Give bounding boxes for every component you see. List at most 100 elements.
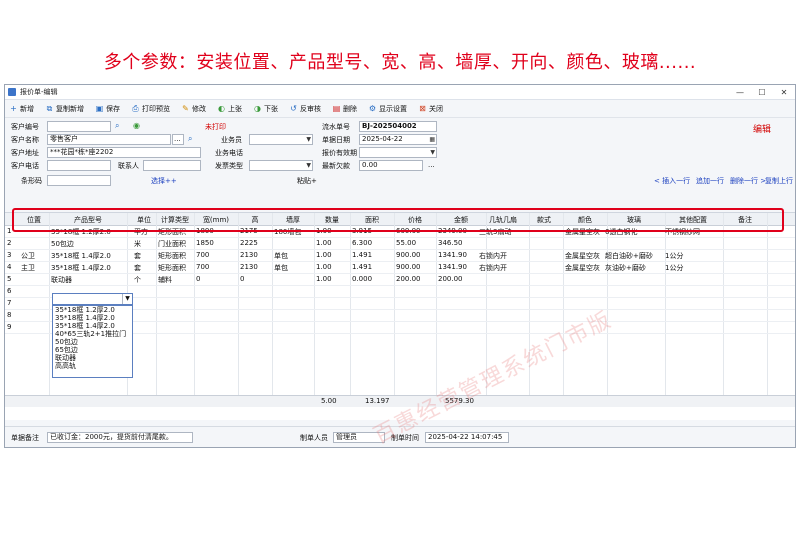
barcode-field[interactable]: [47, 175, 111, 186]
customer-phone-field[interactable]: [47, 160, 111, 171]
table-cell[interactable]: 1341.90: [438, 263, 485, 271]
table-row[interactable]: 5 联动器个辅料 0 0 1.00 0.000 200.00 200.00: [5, 274, 795, 286]
dropdown-option[interactable]: 35*18框 1.2厚2.0: [53, 306, 132, 314]
toolbar-save-button[interactable]: ▣ 保存: [95, 104, 120, 114]
dropdown-option[interactable]: 高高轨: [53, 362, 132, 370]
edit-icon: ✎: [182, 104, 189, 113]
table-cell[interactable]: 6.300: [352, 239, 393, 247]
table-cell[interactable]: 700: [196, 251, 237, 259]
search-icon[interactable]: ⌕: [115, 121, 119, 131]
customer-name-field[interactable]: 零售客户: [47, 134, 171, 145]
table-row[interactable]: 3 公卫 35*18框 1.4厚2.0 套矩形面积 700 2130 单包 1.00 1.491…: [5, 250, 795, 262]
table-cell[interactable]: 200.00: [438, 275, 485, 283]
delete-row-link[interactable]: 删除一行 >: [730, 176, 766, 186]
table-cell[interactable]: 346.50: [438, 239, 485, 247]
paste-link[interactable]: 粘贴+: [297, 176, 317, 186]
table-cell[interactable]: 2130: [240, 251, 271, 259]
table-cell[interactable]: 0: [196, 275, 237, 283]
chevron-down-icon[interactable]: ▼: [122, 294, 132, 304]
toolbar-print-button[interactable]: ⎙ 打印预览: [131, 104, 170, 114]
dropdown-option[interactable]: 40*65三轨2+1推拉门: [53, 330, 132, 338]
table-cell[interactable]: 矩形面积: [158, 263, 193, 273]
toolbar-delete-button[interactable]: ▤ 删除: [332, 104, 357, 114]
table-cell[interactable]: 金属星空灰: [565, 251, 606, 261]
table-cell[interactable]: 联动器: [51, 275, 126, 285]
table-cell[interactable]: 套: [134, 263, 155, 273]
settings-icon[interactable]: ◉: [133, 121, 140, 130]
table-cell[interactable]: 1公分: [665, 263, 722, 273]
table-cell[interactable]: 200.00: [396, 275, 435, 283]
table-cell[interactable]: 超白油砂+磨砂: [605, 251, 664, 261]
latest-debt-button[interactable]: ...: [428, 161, 435, 169]
customer-addr-field[interactable]: ***花园*栋*座2202: [47, 147, 201, 158]
dropdown-option[interactable]: 35*18框 1.4厚2.0: [53, 314, 132, 322]
table-cell[interactable]: 1850: [196, 239, 237, 247]
toolbar-new-button[interactable]: + 新增: [9, 104, 34, 114]
table-cell[interactable]: 右锁内开: [479, 263, 528, 273]
dropdown-option[interactable]: 50包边: [53, 338, 132, 346]
table-cell[interactable]: 公卫: [21, 251, 48, 261]
toolbar-close-button[interactable]: ⊠ 关闭: [418, 104, 443, 114]
table-cell[interactable]: 900.00: [396, 251, 435, 259]
toolbar-edit-button[interactable]: ✎ 修改: [181, 104, 206, 114]
table-cell[interactable]: 900.00: [396, 263, 435, 271]
contact-field[interactable]: [143, 160, 201, 171]
table-row[interactable]: 2 50包边米门业面积 1850 2225 1.00 6.300 55.00 346.50: [5, 238, 795, 250]
table-cell[interactable]: 1.00: [316, 251, 349, 259]
toolbar-copy-button[interactable]: ⧉ 复制新增: [45, 104, 84, 114]
table-cell[interactable]: 0: [240, 275, 271, 283]
remark-field[interactable]: 已收订金：2000元，提货前付清尾款。: [47, 432, 193, 443]
table-cell[interactable]: 50包边: [51, 239, 126, 249]
toolbar-prev-button[interactable]: ◐ 上张: [217, 104, 242, 114]
copy-row-link[interactable]: 复制上行: [765, 176, 793, 186]
table-cell[interactable]: 矩形面积: [158, 251, 193, 261]
table-cell[interactable]: 右锁内开: [479, 251, 528, 261]
table-cell[interactable]: 1341.90: [438, 251, 485, 259]
table-cell[interactable]: 1公分: [665, 251, 722, 261]
table-cell[interactable]: 1.00: [316, 275, 349, 283]
table-cell[interactable]: 单包: [274, 263, 313, 273]
valid-select[interactable]: ▼: [359, 147, 437, 158]
table-cell[interactable]: 35*18框 1.4厚2.0: [51, 251, 126, 261]
table-cell[interactable]: 门业面积: [158, 239, 193, 249]
dropdown-option[interactable]: 35*18框 1.4厚2.0: [53, 322, 132, 330]
date-picker[interactable]: 2025-04-22 ▦: [359, 134, 437, 145]
table-cell[interactable]: 单包: [274, 251, 313, 261]
invoice-type-select[interactable]: ▼: [249, 160, 313, 171]
table-cell[interactable]: 2130: [240, 263, 271, 271]
table-cell[interactable]: 主卫: [21, 263, 48, 273]
table-cell[interactable]: 个: [134, 275, 155, 285]
dropdown-option[interactable]: 65包边: [53, 346, 132, 354]
table-cell[interactable]: 1.491: [352, 263, 393, 271]
table-cell[interactable]: 0.000: [352, 275, 393, 283]
insert-row-link[interactable]: < 插入一行: [654, 176, 690, 186]
table-cell[interactable]: 55.00: [396, 239, 435, 247]
customer-search-icon[interactable]: ⌕: [188, 134, 192, 144]
table-cell[interactable]: 套: [134, 251, 155, 261]
toolbar-next-button[interactable]: ◑ 下张: [253, 104, 278, 114]
product-model-combo[interactable]: ▼: [52, 293, 133, 305]
table-cell[interactable]: 1.00: [316, 263, 349, 271]
table-cell[interactable]: 灰油砂+磨砂: [605, 263, 664, 273]
table-cell[interactable]: 35*18框 1.4厚2.0: [51, 263, 126, 273]
table-cell[interactable]: 金属星空灰: [565, 263, 606, 273]
serial-field[interactable]: BJ-202504002: [359, 121, 437, 132]
minimize-button[interactable]: —: [729, 88, 751, 97]
table-cell[interactable]: 米: [134, 239, 155, 249]
table-row[interactable]: 4 主卫 35*18框 1.4厚2.0 套矩形面积 700 2130 单包 1.00 1.491…: [5, 262, 795, 274]
table-cell[interactable]: 1.00: [316, 239, 349, 247]
table-cell[interactable]: 700: [196, 263, 237, 271]
dropdown-option[interactable]: 联动器: [53, 354, 132, 362]
table-cell[interactable]: 辅料: [158, 275, 193, 285]
maximize-button[interactable]: ☐: [751, 88, 773, 97]
toolbar-settings-button[interactable]: ⚙ 显示设置: [368, 104, 407, 114]
toolbar-unaudit-button[interactable]: ↺ 反审核: [289, 104, 321, 114]
table-cell[interactable]: 1.491: [352, 251, 393, 259]
select-link[interactable]: 选择++: [151, 176, 177, 186]
customer-no-field[interactable]: [47, 121, 111, 132]
table-cell[interactable]: 2225: [240, 239, 271, 247]
customer-name-pick-button[interactable]: ...: [172, 134, 184, 145]
close-window-button[interactable]: ✕: [773, 88, 795, 97]
salesman-select[interactable]: ▼: [249, 134, 313, 145]
append-row-link[interactable]: 追加一行: [696, 176, 724, 186]
